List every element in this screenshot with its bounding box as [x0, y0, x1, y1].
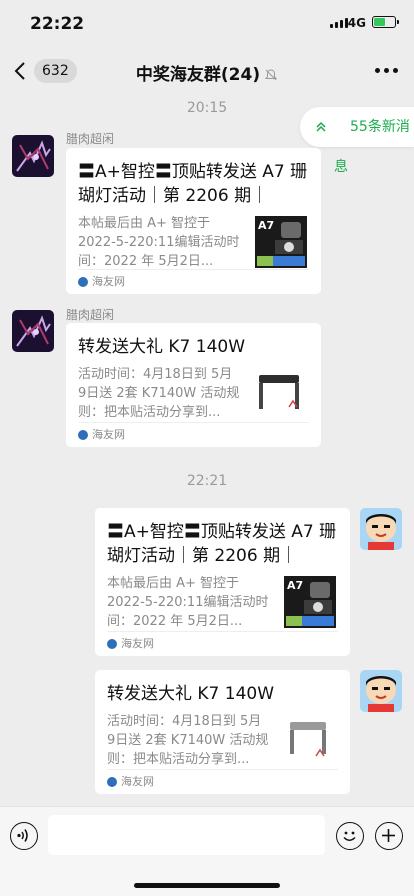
emoji-button[interactable] — [336, 822, 364, 850]
card-thumbnail — [284, 714, 336, 766]
card-source: 海友网 — [107, 769, 338, 794]
emoji-icon — [343, 831, 356, 841]
status-bar: 22:22 4G — [0, 0, 414, 48]
nav-bar: 632 中奖海友群(24) — [0, 48, 414, 94]
chat-title-text: 中奖海友群(24) — [135, 65, 261, 85]
avatar[interactable] — [360, 508, 402, 550]
signal-icon — [330, 18, 348, 28]
voice-icon — [17, 829, 28, 842]
chat-title: 中奖海友群(24) — [0, 60, 414, 85]
link-card[interactable]: 〓A+智控〓顶贴转发送 A7 珊瑚灯活动｜第 2206 期｜ 本帖最后由 A+ … — [66, 148, 321, 294]
timestamp: 22:21 — [186, 473, 228, 489]
card-source: 海友网 — [78, 422, 309, 447]
source-logo-icon — [78, 277, 88, 287]
card-thumbnail — [255, 367, 307, 419]
card-source-label: 海友网 — [121, 775, 154, 788]
link-card[interactable]: 转发送大礼 K7 140W 活动时间：4月18日到 5月 9日送 2套 K714… — [95, 670, 350, 794]
link-card[interactable]: 转发送大礼 K7 140W 活动时间：4月18日到 5月 9日送 2套 K714… — [66, 323, 321, 447]
sender-name: 腊肉超闲 — [66, 132, 115, 146]
home-indicator — [134, 883, 280, 888]
card-description: 本帖最后由 A+ 智控于 2022-5-220:11编辑活动时间：2022 年 … — [78, 216, 240, 269]
card-description: 活动时间：4月18日到 5月 9日送 2套 K7140W 活动规则：把本贴活动分… — [78, 367, 240, 420]
link-card[interactable]: 〓A+智控〓顶贴转发送 A7 珊瑚灯活动｜第 2206 期｜ 本帖最后由 A+ … — [95, 508, 350, 656]
card-title: 转发送大礼 K7 140W — [78, 337, 246, 357]
card-source-label: 海友网 — [92, 428, 125, 441]
card-source-label: 海友网 — [121, 637, 154, 650]
avatar[interactable] — [12, 310, 54, 352]
more-functions-button[interactable] — [375, 822, 403, 850]
new-messages-button[interactable]: 55条新消息 — [300, 107, 414, 175]
card-thumbnail: A7 — [255, 216, 307, 268]
card-source: 海友网 — [78, 269, 309, 294]
new-messages-label: 55条新消息 — [334, 119, 410, 175]
source-logo-icon — [107, 777, 117, 787]
sender-name: 腊肉超闲 — [66, 308, 115, 322]
voice-input-button[interactable] — [10, 822, 38, 850]
source-logo-icon — [107, 639, 117, 649]
more-options-button[interactable] — [375, 68, 398, 73]
mute-bell-icon — [264, 69, 278, 81]
avatar[interactable] — [360, 670, 402, 712]
card-title: 〓A+智控〓顶贴转发送 A7 珊瑚灯活动｜第 2206 期｜ — [107, 522, 337, 566]
card-title: 转发送大礼 K7 140W — [107, 684, 275, 704]
input-bar — [0, 806, 414, 896]
thumbnail-label: A7 — [258, 219, 274, 232]
card-source-label: 海友网 — [92, 275, 125, 288]
avatar[interactable] — [12, 135, 54, 177]
status-time: 22:22 — [30, 14, 85, 34]
thumbnail-label: A7 — [287, 579, 303, 592]
card-description: 本帖最后由 A+ 智控于 2022-5-220:11编辑活动时间：2022 年 … — [107, 576, 269, 629]
plus-icon — [382, 829, 395, 842]
source-logo-icon — [78, 430, 88, 440]
network-label: 4G — [347, 16, 366, 30]
card-source: 海友网 — [107, 631, 338, 656]
double-chevron-up-icon — [316, 121, 326, 132]
card-title: 〓A+智控〓顶贴转发送 A7 珊瑚灯活动｜第 2206 期｜ — [78, 162, 308, 206]
card-thumbnail: A7 — [284, 576, 336, 628]
battery-icon — [372, 16, 399, 28]
message-input[interactable] — [48, 815, 325, 855]
card-description: 活动时间：4月18日到 5月 9日送 2套 K7140W 活动规则：把本贴活动分… — [107, 714, 269, 767]
